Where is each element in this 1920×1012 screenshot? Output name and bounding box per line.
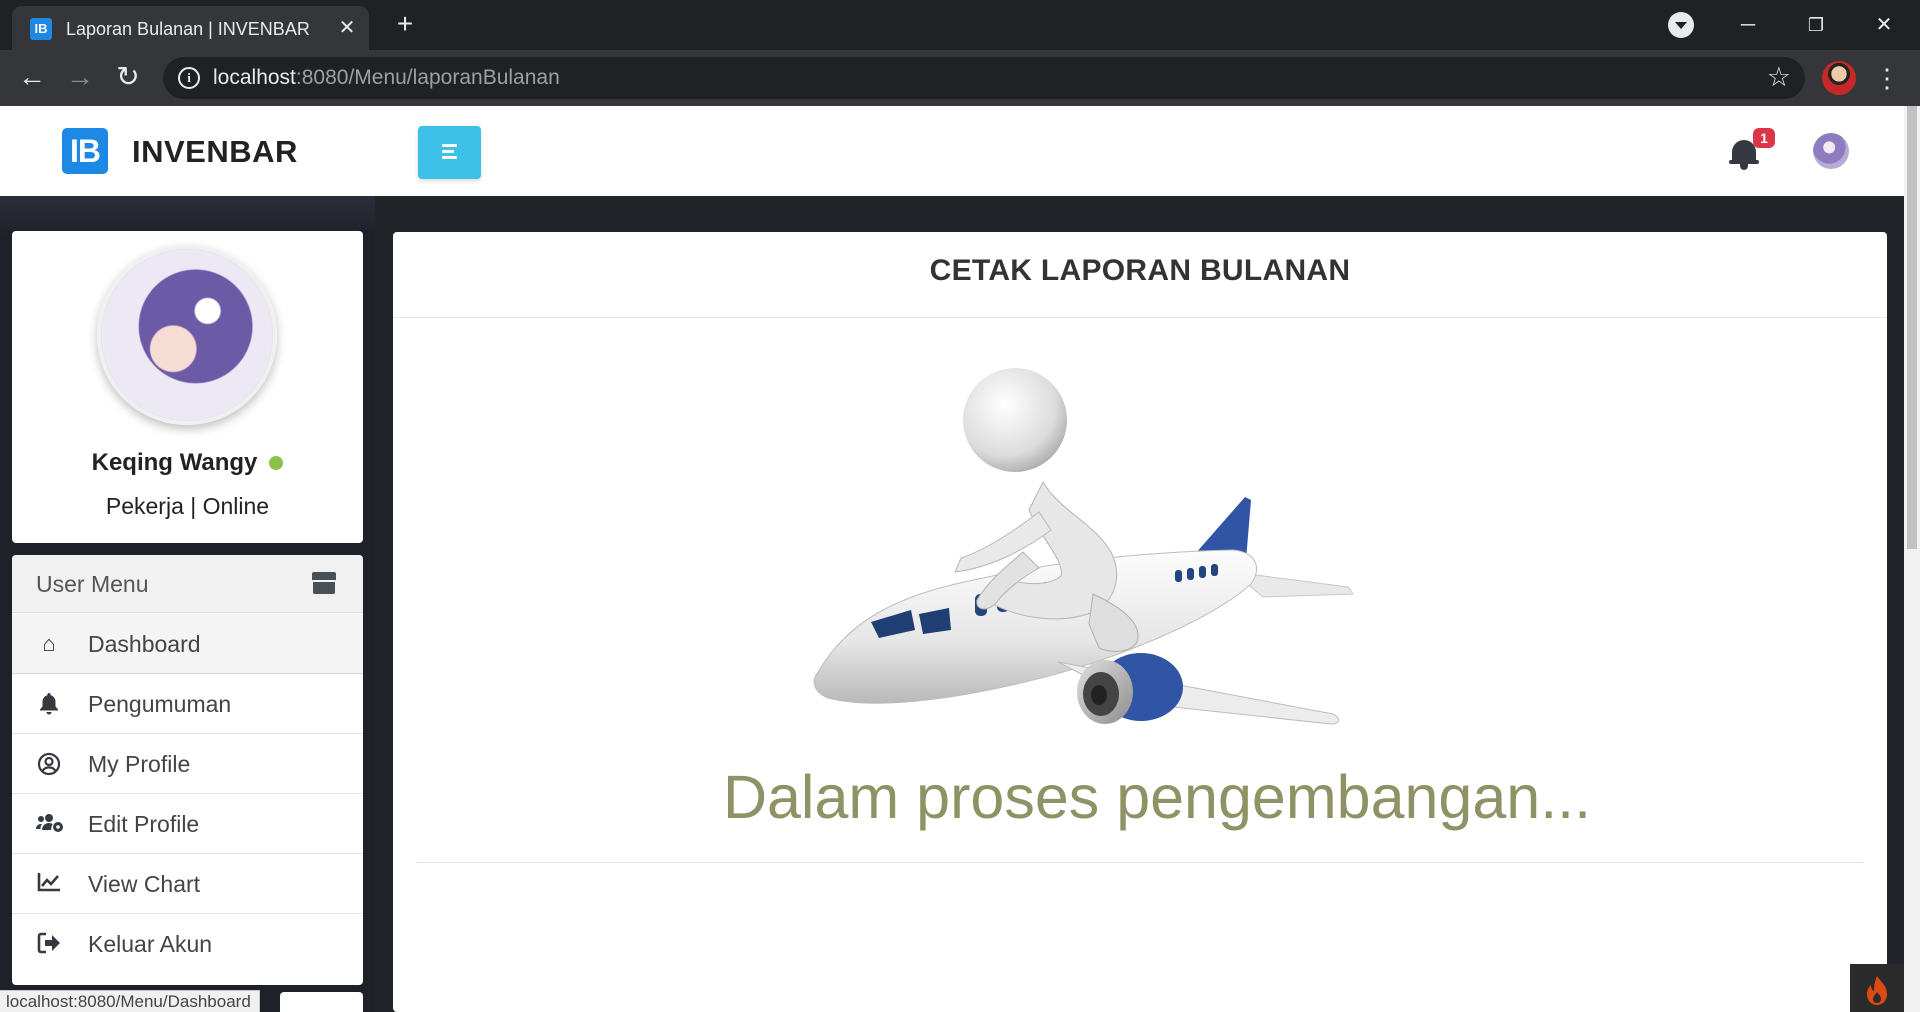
- brand-name[interactable]: INVENBAR: [132, 134, 298, 170]
- card-divider: [393, 317, 1887, 318]
- profile-name-row: Keqing Wangy: [12, 449, 363, 477]
- notification-badge[interactable]: 1: [1753, 128, 1775, 148]
- bell-icon: [36, 692, 62, 716]
- brand-logo[interactable]: IB: [62, 128, 108, 174]
- page-scrollbar[interactable]: [1904, 106, 1920, 1012]
- menu-item-keluar-akun[interactable]: Keluar Akun: [12, 914, 363, 974]
- sidebar-toggle-button[interactable]: [418, 126, 481, 179]
- url-host: localhost: [213, 66, 296, 89]
- toggle-bar-icon: [442, 156, 457, 159]
- tab-close-icon[interactable]: ✕: [335, 16, 359, 40]
- menu-item-dashboard[interactable]: ⌂ Dashboard: [12, 614, 363, 674]
- chart-line-icon: [36, 872, 62, 896]
- window-close-icon[interactable]: ✕: [1864, 8, 1904, 42]
- top-navbar: IB INVENBAR 1: [0, 106, 1904, 196]
- menu-item-pengumuman[interactable]: Pengumuman: [12, 674, 363, 734]
- menu-item-label: Pengumuman: [88, 691, 232, 717]
- forward-arrow-icon[interactable]: →: [62, 60, 98, 96]
- menu-item-label: My Profile: [88, 751, 191, 777]
- user-menu-header: User Menu: [12, 555, 363, 613]
- tab-title: Laporan Bulanan | INVENBAR: [66, 19, 310, 39]
- url-path: :8080/Menu/laporanBulanan: [295, 66, 560, 89]
- page-title: CETAK LAPORAN BULANAN: [929, 254, 1351, 287]
- menu-item-label: Dashboard: [88, 631, 201, 657]
- menu-item-label: Keluar Akun: [88, 931, 213, 957]
- site-info-icon[interactable]: i: [178, 67, 200, 89]
- profile-avatar-image: [97, 245, 277, 425]
- profile-name: Keqing Wangy: [91, 449, 258, 476]
- browser-profile-avatar[interactable]: [1822, 61, 1856, 95]
- user-avatar[interactable]: [1813, 133, 1849, 169]
- profile-card: Keqing Wangy Pekerja | Online: [12, 231, 363, 543]
- reload-icon[interactable]: ↻: [110, 60, 146, 96]
- back-arrow-icon[interactable]: ←: [14, 60, 50, 96]
- user-circle-icon: [36, 752, 62, 776]
- online-status-dot: [269, 455, 284, 470]
- minimize-icon[interactable]: ─: [1728, 8, 1768, 42]
- address-bar[interactable]: i localhost:8080/Menu/laporanBulanan ☆: [163, 57, 1805, 99]
- browser-tab-strip: IB Laporan Bulanan | INVENBAR ✕ + ─ ❐ ✕: [0, 0, 1920, 50]
- tab-favicon-icon: IB: [30, 18, 52, 40]
- browser-toolbar: ← → ↻ i localhost:8080/Menu/laporanBulan…: [0, 50, 1920, 106]
- development-message: Dalam proses pengembangan...: [722, 763, 1592, 831]
- menu-item-label: Edit Profile: [88, 811, 200, 837]
- menu-item-my-profile[interactable]: My Profile: [12, 734, 363, 794]
- address-url[interactable]: localhost:8080/Menu/laporanBulanan: [213, 66, 560, 90]
- debug-toolbar-flame-button[interactable]: [1850, 964, 1904, 1012]
- restore-icon[interactable]: ❐: [1796, 8, 1836, 42]
- tab-search-chevron-icon[interactable]: [1668, 12, 1694, 38]
- sign-out-icon: [36, 932, 62, 956]
- users-cog-icon: [36, 812, 63, 836]
- profile-role: Pekerja | Online: [105, 493, 270, 519]
- archive-box-icon: [312, 572, 336, 594]
- browser-tab[interactable]: IB Laporan Bulanan | INVENBAR ✕: [12, 6, 369, 50]
- toggle-bar-icon: [442, 150, 454, 153]
- user-menu-card: User Menu ⌂ Dashboard Pengumuman My Prof…: [12, 555, 363, 985]
- page-viewport: IB INVENBAR 1 Keqing Wangy Pekerja | Onl…: [0, 106, 1920, 1012]
- user-menu-title: User Menu: [36, 571, 149, 597]
- scrollbar-thumb[interactable]: [1907, 106, 1917, 549]
- menu-item-edit-profile[interactable]: Edit Profile: [12, 794, 363, 854]
- house-user-icon: ⌂: [42, 631, 56, 656]
- status-bar-url: localhost:8080/Menu/Dashboard: [0, 990, 260, 1012]
- toggle-bar-icon: [442, 144, 457, 147]
- new-tab-plus-icon[interactable]: +: [390, 10, 420, 40]
- footer-divider: [417, 862, 1863, 863]
- browser-menu-icon[interactable]: ⋮: [1874, 60, 1900, 96]
- report-card: CETAK LAPORAN BULANAN Dalam proses penge…: [393, 232, 1887, 1012]
- bookmark-star-icon[interactable]: ☆: [1767, 62, 1791, 93]
- airplane-rider-illustration: [813, 368, 1354, 725]
- partial-card: [280, 992, 363, 1012]
- menu-item-view-chart[interactable]: View Chart: [12, 854, 363, 914]
- menu-item-label: View Chart: [88, 871, 201, 897]
